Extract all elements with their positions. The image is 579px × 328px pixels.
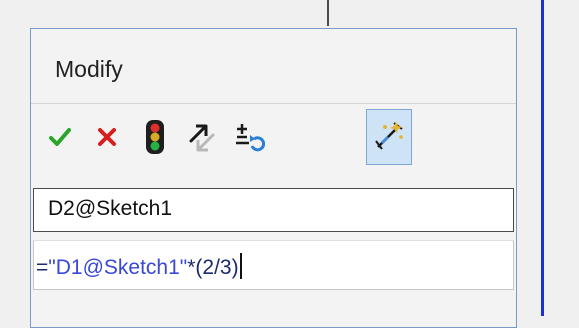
background-line [327, 0, 329, 26]
modify-toolbar [31, 104, 516, 180]
equation-prefix: = [36, 256, 49, 279]
rebuild-button[interactable] [132, 109, 178, 165]
dimension-name-field[interactable]: D2@Sketch1 [33, 188, 514, 232]
close-icon [98, 128, 116, 146]
dimension-wand-icon [375, 122, 403, 150]
graphics-area-border [541, 0, 544, 316]
reverse-arrow-icon [189, 124, 215, 152]
reverse-dimension-button[interactable] [179, 109, 225, 165]
text-caret [239, 253, 242, 279]
spin-increment-button[interactable] [226, 109, 272, 165]
cancel-button[interactable] [84, 109, 130, 165]
equation-input[interactable]: ="D1@Sketch1"*(2/3) [33, 240, 514, 290]
equation-reference: "D1@Sketch1" [48, 256, 188, 279]
checkmark-icon [49, 128, 71, 146]
plus-minus-undo-icon [236, 124, 265, 152]
equation-suffix: *(2/3) [187, 256, 239, 279]
ok-button[interactable] [37, 109, 83, 165]
traffic-light-icon [146, 120, 164, 154]
mark-dimension-button[interactable] [366, 109, 412, 165]
modify-dialog: Modify D2@Sketch1 ="D1@Sketch1"*(2/3) [30, 28, 517, 328]
dialog-title: Modify [55, 56, 123, 82]
